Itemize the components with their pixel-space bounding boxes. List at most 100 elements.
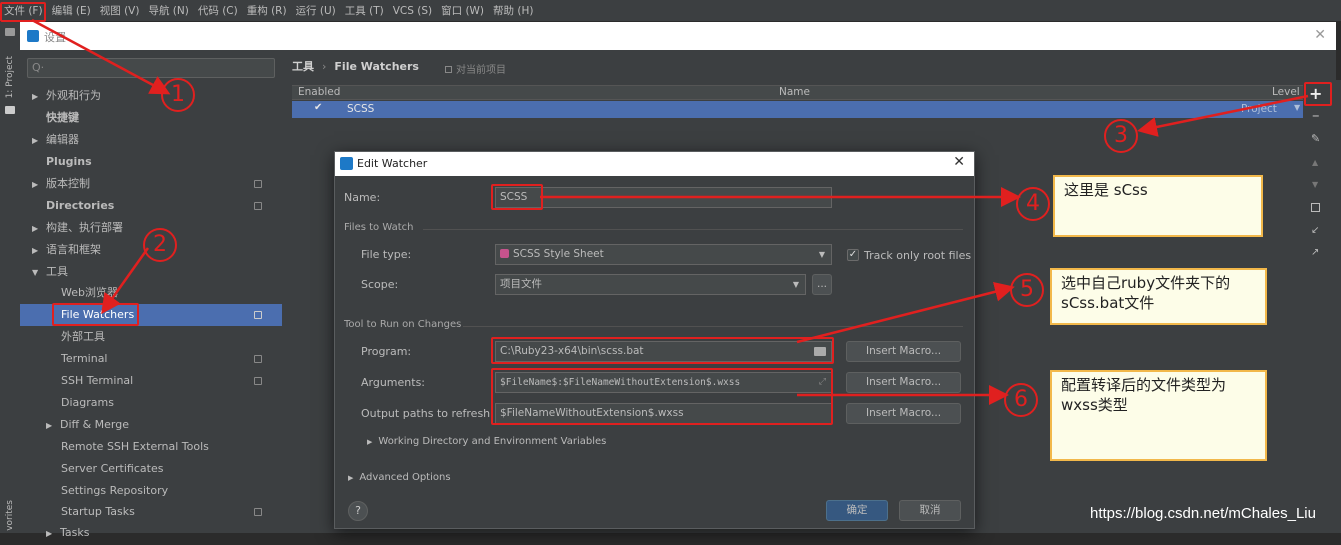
insert-macro-button[interactable]: Insert Macro...: [846, 403, 961, 424]
chevron-right-icon: ▶: [367, 438, 373, 446]
move-up-icon[interactable]: ▲: [1312, 158, 1318, 167]
insert-macro-button[interactable]: Insert Macro...: [846, 341, 961, 362]
tree-item-server-certificates[interactable]: Server Certificates: [61, 458, 163, 480]
project-tab[interactable]: 1: Project: [5, 56, 15, 98]
menu-bar: 文件 (F) 编辑 (E) 视图 (V) 导航 (N) 代码 (C) 重构 (R…: [0, 0, 1341, 22]
dropdown-arrow-icon: ▼: [1294, 103, 1301, 112]
working-directory-toggle[interactable]: ▶ Working Directory and Environment Varia…: [367, 436, 606, 447]
tree-item-web-browsers[interactable]: Web浏览器: [61, 282, 118, 304]
tree-item-settings-repository[interactable]: Settings Repository: [61, 480, 168, 502]
tree-item-remote-ssh[interactable]: Remote SSH External Tools: [61, 436, 209, 458]
step-circle-2: 2: [143, 228, 177, 262]
tree-item-external-tools[interactable]: 外部工具: [61, 326, 105, 348]
tree-item-build[interactable]: ▶ 构建、执行部署: [32, 217, 123, 239]
highlight-name-field: [491, 184, 543, 210]
table-row[interactable]: ✔ SCSS Project ▼: [292, 101, 1304, 118]
settings-title: 设置: [44, 31, 66, 44]
menu-refactor[interactable]: 重构 (R): [247, 3, 287, 18]
chevron-down-icon: ▼: [792, 280, 799, 289]
menu-vcs[interactable]: VCS (S): [393, 5, 432, 17]
tree-item-diagrams[interactable]: Diagrams: [61, 392, 114, 414]
close-icon[interactable]: ✕: [953, 154, 965, 170]
menu-tools[interactable]: 工具 (T): [345, 3, 384, 18]
export-icon[interactable]: ↗: [1311, 247, 1319, 258]
menu-code[interactable]: 代码 (C): [198, 3, 238, 18]
search-placeholder: Q·: [32, 61, 45, 74]
advanced-options-toggle[interactable]: ▶ Advanced Options: [348, 472, 451, 483]
scope-select[interactable]: 项目文件 ▼: [495, 274, 806, 295]
tree-item-vcs[interactable]: ▶ 版本控制: [32, 173, 272, 195]
menu-view[interactable]: 视图 (V): [100, 3, 140, 18]
menu-navigate[interactable]: 导航 (N): [148, 3, 188, 18]
tree-item-ssh-terminal[interactable]: SSH Terminal: [61, 370, 272, 392]
move-down-icon[interactable]: ▼: [1312, 180, 1318, 189]
files-to-watch-section: Files to Watch: [344, 222, 414, 233]
tree-item-languages[interactable]: ▶ 语言和框架: [32, 239, 101, 261]
menu-run[interactable]: 运行 (U): [296, 3, 336, 18]
output-paths-label: Output paths to refresh:: [361, 407, 494, 420]
breadcrumb-separator: ›: [322, 60, 327, 73]
table-toolbar: + – ✎ ▲ ▼ ↙ ↗: [1303, 80, 1341, 533]
program-label: Program:: [361, 345, 412, 358]
menu-help[interactable]: 帮助 (H): [493, 3, 533, 18]
tree-item-terminal[interactable]: Terminal: [61, 348, 272, 370]
note-step-5: 选中自己ruby文件夹下的sCss.bat文件: [1050, 268, 1267, 325]
tree-item-diff-merge[interactable]: ▶ Diff & Merge: [46, 414, 129, 436]
copy-icon[interactable]: [1311, 203, 1320, 212]
step-circle-3: 3: [1104, 119, 1138, 153]
project-scope-icon: [254, 202, 262, 210]
note-step-4: 这里是 sCss: [1053, 175, 1263, 237]
column-enabled[interactable]: Enabled: [298, 86, 340, 98]
column-level[interactable]: Level: [1272, 86, 1300, 98]
help-button[interactable]: ?: [348, 501, 368, 521]
tree-item-directories[interactable]: Directories: [46, 195, 272, 217]
project-scope-icon: [254, 355, 262, 363]
close-icon[interactable]: ✕: [1314, 27, 1326, 43]
tree-item-keymap[interactable]: 快捷键: [46, 107, 79, 129]
step-circle-4: 4: [1016, 187, 1050, 221]
watermark-text: https://blog.csdn.net/mChales_Liu: [1090, 505, 1316, 522]
menu-edit[interactable]: 编辑 (E): [52, 3, 91, 18]
tree-item-tools[interactable]: ▼ 工具: [32, 261, 68, 283]
track-root-label[interactable]: Track only root files: [864, 249, 971, 262]
track-root-checkbox[interactable]: ✓: [847, 249, 859, 261]
file-type-select[interactable]: SCSS Style Sheet ▼: [495, 244, 832, 265]
tree-item-startup-tasks[interactable]: Startup Tasks: [61, 501, 272, 523]
tree-item-plugins[interactable]: Plugins: [46, 151, 92, 173]
highlight-add-button: [1304, 82, 1332, 106]
tree-item-editor[interactable]: ▶ 编辑器: [32, 129, 79, 151]
insert-macro-button[interactable]: Insert Macro...: [846, 372, 961, 393]
watcher-name: SCSS: [347, 103, 375, 115]
dialog-title: Edit Watcher: [357, 157, 428, 170]
ok-button[interactable]: 确定: [826, 500, 888, 521]
tree-item-tasks[interactable]: ▶ Tasks: [46, 522, 89, 544]
breadcrumb-root: 工具: [292, 60, 314, 73]
remove-button[interactable]: –: [1312, 106, 1320, 124]
step-circle-6: 6: [1004, 383, 1038, 417]
settings-search-input[interactable]: Q·: [27, 58, 275, 78]
folder-icon: [5, 106, 15, 114]
cancel-button[interactable]: 取消: [899, 500, 961, 521]
highlight-file-menu: [0, 2, 46, 22]
edit-icon[interactable]: ✎: [1311, 132, 1320, 145]
import-icon[interactable]: ↙: [1311, 225, 1319, 236]
favorites-tab[interactable]: vorites: [5, 500, 15, 531]
step-circle-5: 5: [1010, 273, 1044, 307]
tree-item-appearance[interactable]: ▶ 外观和行为: [32, 85, 101, 107]
project-scope-hint: 对当前项目: [445, 61, 506, 76]
scope-more-button[interactable]: ...: [812, 274, 832, 295]
watcher-level[interactable]: Project: [1241, 103, 1277, 115]
name-field[interactable]: SCSS: [495, 187, 832, 208]
chevron-right-icon: ▶: [348, 474, 354, 482]
project-scope-icon: [254, 508, 262, 516]
enabled-checkbox[interactable]: ✔: [314, 102, 322, 113]
folder-icon[interactable]: [5, 28, 15, 36]
section-divider: [423, 229, 963, 230]
file-type-label: File type:: [361, 248, 412, 261]
settings-title-bar: 设置 ✕: [20, 22, 1336, 50]
column-name[interactable]: Name: [779, 86, 810, 98]
project-scope-icon: [254, 311, 262, 319]
highlight-program-field: [491, 337, 834, 364]
name-label: Name:: [344, 191, 381, 204]
menu-window[interactable]: 窗口 (W): [441, 3, 484, 18]
